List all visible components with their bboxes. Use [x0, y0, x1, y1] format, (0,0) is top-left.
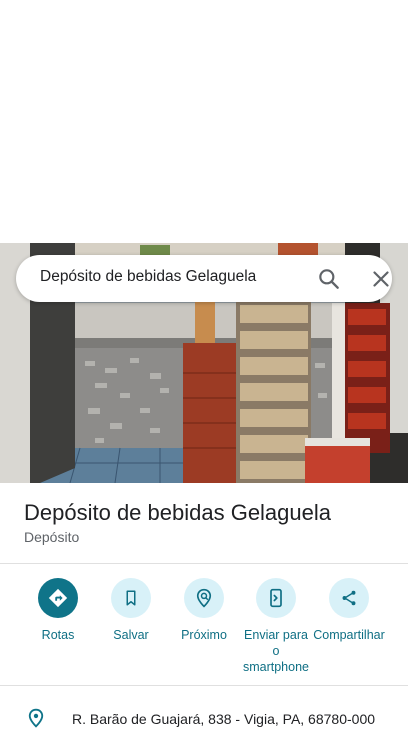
- nearby-button[interactable]: Próximo: [167, 578, 241, 643]
- share-label: Compartilhar: [313, 628, 385, 642]
- place-title: Depósito de bebidas Gelaguela: [24, 500, 332, 525]
- action-bar: Rotas Salvar Próximo Enviar para o smart…: [0, 578, 408, 678]
- search-icon[interactable]: [316, 266, 342, 292]
- search-bar[interactable]: Depósito de bebidas Gelaguela: [16, 255, 392, 302]
- save-label: Salvar: [113, 628, 149, 642]
- bookmark-icon[interactable]: [111, 578, 151, 618]
- nearby-icon[interactable]: [184, 578, 224, 618]
- directions-icon[interactable]: [38, 578, 78, 618]
- share-button[interactable]: Compartilhar: [312, 578, 386, 643]
- send-to-phone-label: Enviar para o smartphone: [242, 628, 309, 674]
- directions-button[interactable]: Rotas: [21, 578, 95, 643]
- map-blank-area: [0, 0, 408, 243]
- send-to-phone-button[interactable]: Enviar para o smartphone: [239, 578, 313, 675]
- share-icon[interactable]: [329, 578, 369, 618]
- close-icon[interactable]: [368, 266, 394, 292]
- divider: [0, 563, 408, 564]
- send-to-phone-icon[interactable]: [256, 578, 296, 618]
- directions-label: Rotas: [41, 628, 75, 642]
- divider: [0, 685, 408, 686]
- location-pin-icon: [26, 708, 46, 728]
- search-input[interactable]: Depósito de bebidas Gelaguela: [40, 268, 256, 286]
- save-button[interactable]: Salvar: [94, 578, 168, 643]
- address-text: R. Barão de Guajará, 838 - Vigia, PA, 68…: [72, 711, 376, 727]
- nearby-label: Próximo: [181, 628, 227, 642]
- place-category[interactable]: Depósito: [24, 529, 79, 545]
